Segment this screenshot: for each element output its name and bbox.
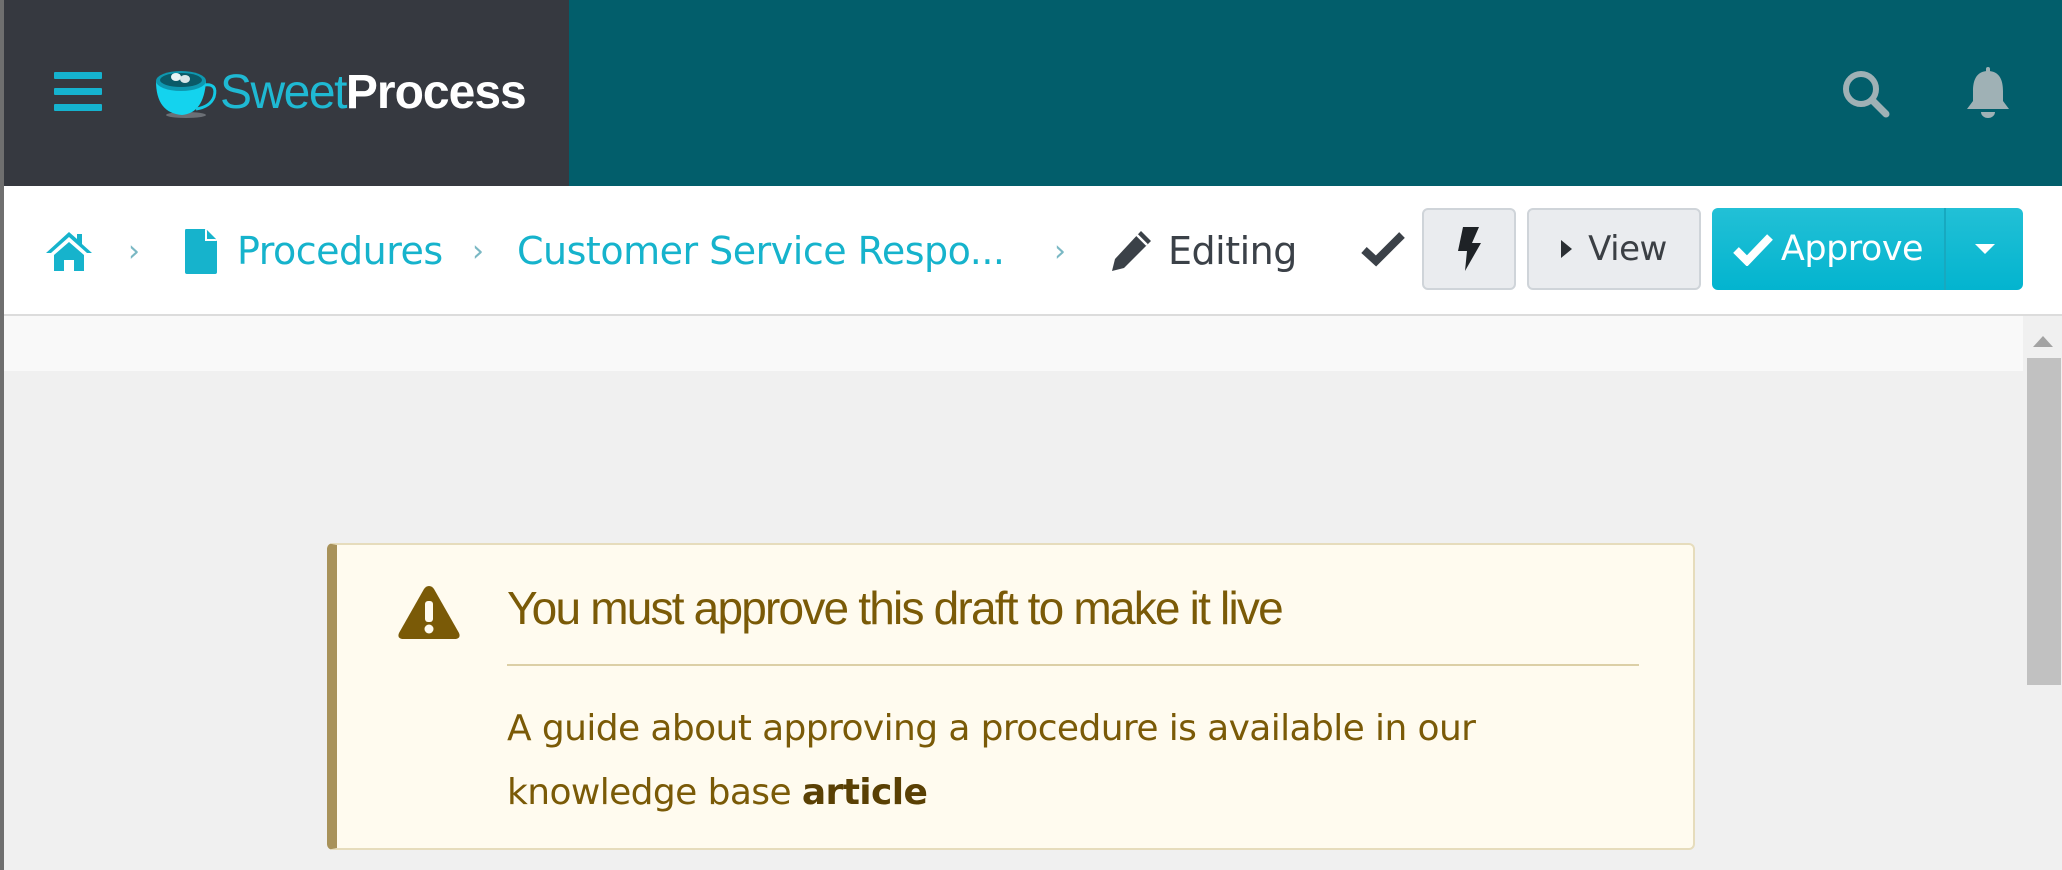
breadcrumb-procedures-label[interactable]: Procedures — [237, 229, 443, 273]
editor-toolbar-strip — [0, 316, 2023, 371]
hamburger-menu-icon[interactable] — [54, 72, 102, 112]
scroll-thumb[interactable] — [2027, 358, 2061, 685]
breadcrumb-editing-label: Editing — [1168, 229, 1297, 273]
caret-down-icon — [1974, 244, 1995, 254]
search-icon[interactable] — [1838, 66, 1894, 122]
sweetprocess-logo[interactable]: Sweet Process — [152, 62, 527, 122]
approve-dropdown-toggle[interactable] — [1946, 208, 2023, 290]
lightning-icon — [1458, 227, 1481, 271]
view-button[interactable]: View — [1527, 208, 1701, 290]
alert-heading: You must approve this draft to make it l… — [507, 582, 1284, 634]
warning-triangle-icon — [398, 586, 460, 639]
home-icon — [46, 232, 92, 271]
bell-icon[interactable] — [1960, 66, 2016, 122]
coffee-cup-icon — [156, 71, 217, 118]
scroll-up-arrow-icon[interactable] — [2023, 326, 2062, 356]
breadcrumb-separator: › — [1054, 233, 1066, 269]
brand-name-part2: Process — [345, 65, 527, 119]
alert-body-text: A guide about approving a procedure is a… — [507, 708, 1476, 813]
vertical-scrollbar[interactable] — [2023, 316, 2062, 870]
breadcrumb-separator: › — [472, 233, 484, 269]
quick-action-button[interactable] — [1422, 208, 1516, 290]
approve-button-label: Approve — [1780, 229, 1924, 269]
brand-panel: Sweet Process — [0, 0, 569, 186]
approval-warning-alert: You must approve this draft to make it l… — [327, 543, 1695, 850]
document-icon — [185, 229, 217, 274]
brand-name-part1: Sweet — [220, 65, 347, 119]
kb-article-link[interactable]: article — [802, 772, 928, 813]
top-header: Sweet Process — [0, 0, 2062, 186]
play-icon — [1561, 240, 1573, 258]
alert-body: A guide about approving a procedure is a… — [507, 697, 1657, 825]
view-button-label: View — [1588, 229, 1667, 269]
breadcrumb-procedures[interactable]: Procedures — [183, 186, 443, 316]
breadcrumb-procedure-label[interactable]: Customer Service Respo... — [517, 229, 1005, 273]
approve-button[interactable]: Approve — [1712, 208, 1946, 290]
pencil-icon — [1112, 231, 1151, 271]
window-edge — [0, 0, 4, 870]
check-icon[interactable] — [1360, 228, 1406, 268]
breadcrumb-procedure-name[interactable]: Customer Service Respo... — [517, 186, 1005, 316]
approve-button-group: Approve — [1712, 208, 2023, 290]
breadcrumb-separator: › — [128, 233, 140, 269]
check-icon — [1733, 234, 1773, 266]
breadcrumb-current-editing: Editing — [1108, 186, 1297, 316]
breadcrumb-home[interactable] — [44, 186, 94, 316]
alert-divider — [507, 664, 1639, 666]
